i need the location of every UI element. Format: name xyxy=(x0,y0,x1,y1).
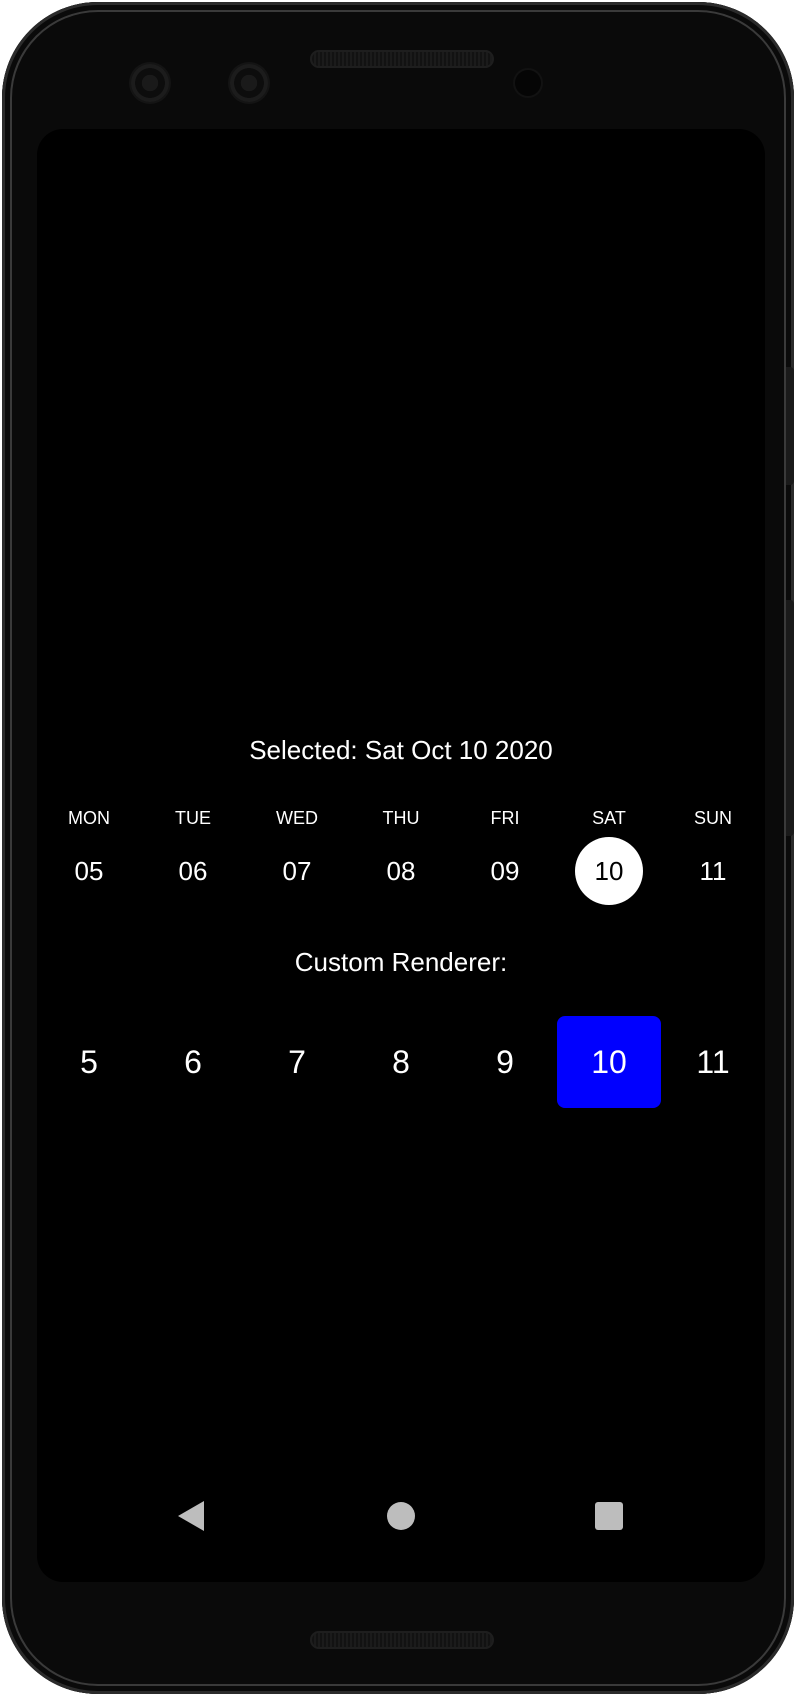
back-triangle-icon xyxy=(178,1501,204,1531)
weekday-label: SUN xyxy=(693,807,732,828)
volume-button xyxy=(786,600,794,836)
day-cell-10-selected[interactable]: 10 xyxy=(575,837,643,905)
custom-day-cell-8[interactable]: 8 xyxy=(349,1016,453,1108)
day-cell-05[interactable]: 05 xyxy=(55,837,123,905)
back-button[interactable] xyxy=(174,1499,208,1533)
earpiece-speaker xyxy=(310,50,494,68)
weekday-label: SAT xyxy=(592,807,626,828)
weekday-label: WED xyxy=(276,807,318,828)
custom-day-strip: 5 6 7 8 9 10 11 xyxy=(37,1016,765,1108)
custom-day-cell-7[interactable]: 7 xyxy=(245,1016,349,1108)
weekday-label: TUE xyxy=(175,807,211,828)
front-camera-icon xyxy=(230,64,268,102)
front-camera-icon xyxy=(131,64,169,102)
custom-day-cell-6[interactable]: 6 xyxy=(141,1016,245,1108)
selected-date-label: Selected: Sat Oct 10 2020 xyxy=(249,735,553,765)
day-cell-09[interactable]: 09 xyxy=(471,837,539,905)
week-day-strip: 05 06 07 08 09 10 11 xyxy=(37,837,765,905)
day-cell-06[interactable]: 06 xyxy=(159,837,227,905)
app-screen: Selected: Sat Oct 10 2020 MON TUE WED TH… xyxy=(37,129,765,1582)
phone-frame: Selected: Sat Oct 10 2020 MON TUE WED TH… xyxy=(2,2,794,1694)
custom-day-cell-9[interactable]: 9 xyxy=(453,1016,557,1108)
custom-day-cell-10-selected[interactable]: 10 xyxy=(557,1016,661,1108)
custom-renderer-label: Custom Renderer: xyxy=(294,947,508,977)
day-cell-11[interactable]: 11 xyxy=(679,837,747,905)
weekday-label: MON xyxy=(68,807,110,828)
custom-day-cell-5[interactable]: 5 xyxy=(37,1016,141,1108)
custom-day-cell-11[interactable]: 11 xyxy=(661,1016,765,1108)
home-button[interactable] xyxy=(384,1499,418,1533)
power-button xyxy=(786,367,794,485)
recents-square-icon xyxy=(595,1502,623,1530)
day-cell-07[interactable]: 07 xyxy=(263,837,331,905)
weekday-header-row: MON TUE WED THU FRI SAT SUN xyxy=(37,805,765,831)
proximity-sensor xyxy=(515,70,541,96)
bottom-speaker xyxy=(310,1631,494,1649)
weekday-label: THU xyxy=(382,807,420,828)
recents-button[interactable] xyxy=(592,1499,626,1533)
day-cell-08[interactable]: 08 xyxy=(367,837,435,905)
home-circle-icon xyxy=(387,1502,415,1530)
weekday-label: FRI xyxy=(490,807,520,828)
system-navigation-bar xyxy=(37,1481,765,1551)
